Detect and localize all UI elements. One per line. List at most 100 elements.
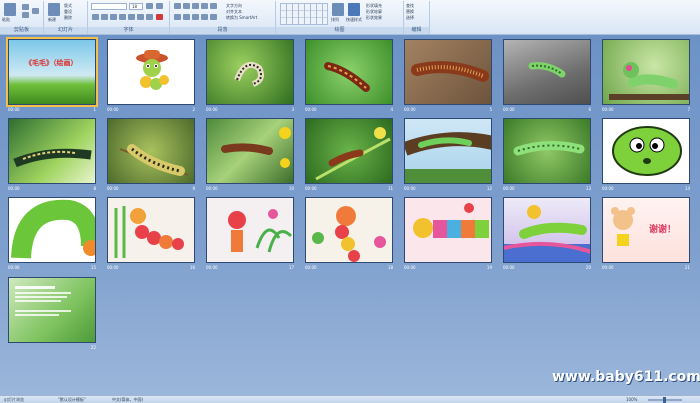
slide-thumbnail-14[interactable] bbox=[602, 118, 690, 184]
quick-styles-button[interactable]: 快速样式 bbox=[346, 17, 362, 22]
slide-thumbnail-18[interactable] bbox=[305, 197, 393, 263]
slide-thumbnail-6[interactable] bbox=[503, 39, 591, 105]
caterpillar-photo bbox=[603, 40, 690, 105]
caterpillar-photo bbox=[504, 119, 591, 184]
bullets-icon[interactable] bbox=[174, 3, 181, 9]
char-spacing-icon[interactable] bbox=[137, 14, 144, 20]
slide-thumbnail-13[interactable] bbox=[503, 118, 591, 184]
replace-button[interactable]: 替换 bbox=[406, 9, 414, 14]
slide-thumbnail-16[interactable] bbox=[107, 197, 195, 263]
bold-icon[interactable] bbox=[92, 14, 99, 20]
slide-13-timing: 00:00 bbox=[503, 186, 515, 191]
caterpillar-photo bbox=[504, 40, 591, 105]
slide-1-number: 1 bbox=[86, 107, 96, 112]
increase-indent-icon[interactable] bbox=[201, 3, 208, 9]
reset-button[interactable]: 重设 bbox=[64, 9, 72, 14]
arrange-button[interactable]: 排列 bbox=[331, 17, 339, 22]
shrink-font-icon[interactable] bbox=[156, 3, 163, 9]
slide-thumbnail-17[interactable] bbox=[206, 197, 294, 263]
slide-11-timing: 00:00 bbox=[305, 186, 317, 191]
zoom-slider-handle[interactable] bbox=[663, 397, 666, 403]
status-language-label[interactable]: 中文(简体，中国) bbox=[112, 397, 143, 402]
slide-thumbnail-7[interactable] bbox=[602, 39, 690, 105]
slide-thumbnail-19[interactable] bbox=[404, 197, 492, 263]
strikethrough-icon[interactable] bbox=[119, 14, 126, 20]
slide-12-timing: 00:00 bbox=[404, 186, 416, 191]
slide-thumbnail-8[interactable] bbox=[8, 118, 96, 184]
status-view-label: 幻灯片浏览 bbox=[4, 397, 24, 402]
child-drawing-image bbox=[108, 198, 195, 263]
select-button[interactable]: 选择 bbox=[406, 15, 414, 20]
slide-thumbnail-3[interactable] bbox=[206, 39, 294, 105]
zoom-level[interactable]: 100% bbox=[626, 397, 637, 402]
slide-thumbnail-11[interactable] bbox=[305, 118, 393, 184]
child-drawing-image bbox=[504, 198, 591, 263]
paragraph-group-label: 段落 bbox=[170, 27, 275, 34]
align-left-icon[interactable] bbox=[174, 14, 181, 20]
slide-14-timing: 00:00 bbox=[602, 186, 614, 191]
shape-fill-button[interactable]: 形状填充 bbox=[366, 3, 382, 8]
align-text-button[interactable]: 对齐文本 bbox=[226, 9, 242, 14]
slide-thumbnail-2[interactable] bbox=[107, 39, 195, 105]
slide-sorter: 《毛毛》（绘画） 00:00 1 00:00 2 00:00 3 00:00 4 bbox=[0, 35, 700, 395]
paste-button[interactable]: 粘贴 bbox=[2, 17, 10, 22]
italic-icon[interactable] bbox=[101, 14, 108, 20]
slides-group: 新建 版式 重设 删除 幻灯片 bbox=[44, 1, 88, 34]
font-name-box[interactable] bbox=[91, 3, 127, 10]
slide-4-timing: 00:00 bbox=[305, 107, 317, 112]
delete-slide-button[interactable]: 删除 bbox=[64, 15, 72, 20]
slide-18-timing: 00:00 bbox=[305, 265, 317, 270]
slide-thumbnail-1[interactable]: 《毛毛》（绘画） bbox=[8, 39, 96, 105]
align-center-icon[interactable] bbox=[183, 14, 190, 20]
smartart-button[interactable]: 转换为 SmartArt bbox=[226, 15, 257, 20]
change-case-icon[interactable] bbox=[146, 14, 153, 20]
slide-thumbnail-9[interactable] bbox=[107, 118, 195, 184]
slide-14-number: 14 bbox=[680, 186, 690, 191]
slide-21-timing: 00:00 bbox=[602, 265, 614, 270]
slide-thumbnail-21[interactable]: 谢谢！ bbox=[602, 197, 690, 263]
text-direction-button[interactable]: 文字方向 bbox=[226, 3, 242, 8]
slide-12-number: 12 bbox=[482, 186, 492, 191]
child-drawing-image bbox=[207, 198, 294, 263]
slide-8-number: 8 bbox=[86, 186, 96, 191]
justify-icon[interactable] bbox=[201, 14, 208, 20]
slide-thumbnail-22[interactable] bbox=[8, 277, 96, 343]
shape-effects-button[interactable]: 形状效果 bbox=[366, 15, 382, 20]
arrange-icon[interactable] bbox=[332, 3, 344, 16]
editing-group-label: 编辑 bbox=[404, 27, 429, 34]
shapes-gallery[interactable] bbox=[280, 3, 328, 25]
underline-icon[interactable] bbox=[110, 14, 117, 20]
grow-font-icon[interactable] bbox=[146, 3, 153, 9]
slide-10-timing: 00:00 bbox=[206, 186, 218, 191]
find-button[interactable]: 查找 bbox=[406, 3, 414, 8]
slide-2-number: 2 bbox=[185, 107, 195, 112]
format-painter-icon[interactable] bbox=[32, 8, 39, 14]
slide-thumbnail-20[interactable] bbox=[503, 197, 591, 263]
decrease-indent-icon[interactable] bbox=[192, 3, 199, 9]
copy-icon[interactable] bbox=[22, 12, 29, 18]
font-size-box[interactable]: 18 bbox=[129, 3, 143, 10]
new-slide-button[interactable]: 新建 bbox=[48, 17, 56, 22]
cut-icon[interactable] bbox=[22, 4, 29, 10]
paste-icon[interactable] bbox=[4, 3, 16, 16]
numbering-icon[interactable] bbox=[183, 3, 190, 9]
slide-16-number: 16 bbox=[185, 265, 195, 270]
child-drawing-image bbox=[405, 198, 492, 263]
quick-styles-icon[interactable] bbox=[348, 3, 360, 16]
slide-1-title: 《毛毛》（绘画） bbox=[25, 58, 78, 68]
layout-button[interactable]: 版式 bbox=[64, 3, 72, 8]
new-slide-icon[interactable] bbox=[48, 3, 60, 16]
slide-thumbnail-12[interactable] bbox=[404, 118, 492, 184]
font-color-icon[interactable] bbox=[156, 14, 163, 20]
columns-icon[interactable] bbox=[210, 14, 217, 20]
align-right-icon[interactable] bbox=[192, 14, 199, 20]
shadow-icon[interactable] bbox=[128, 14, 135, 20]
line-spacing-icon[interactable] bbox=[210, 3, 217, 9]
shape-outline-button[interactable]: 形状轮廓 bbox=[366, 9, 382, 14]
slide-thumbnail-15[interactable] bbox=[8, 197, 96, 263]
slide-thumbnail-5[interactable] bbox=[404, 39, 492, 105]
slide-thumbnail-4[interactable] bbox=[305, 39, 393, 105]
slide-thumbnail-10[interactable] bbox=[206, 118, 294, 184]
drawing-group: 排列 快速样式 形状填充 形状轮廓 形状效果 绘图 bbox=[276, 1, 404, 34]
status-theme-label: "默认设计模板" bbox=[58, 397, 86, 402]
